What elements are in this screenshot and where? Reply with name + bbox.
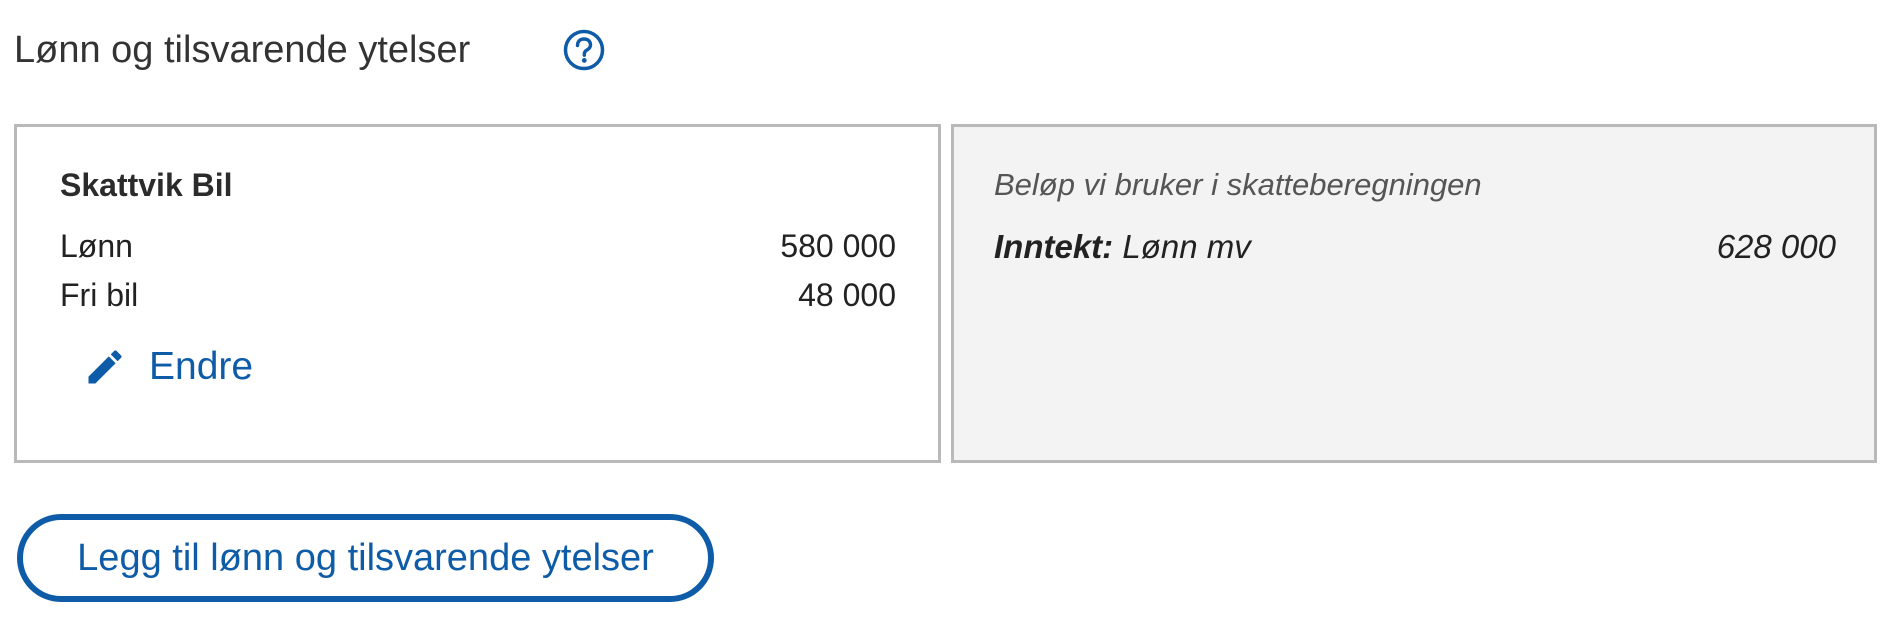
company-car-value: 48 000 [798, 277, 896, 313]
section-header: Lønn og tilsvarende ytelser [14, 22, 470, 78]
company-car-label: Fri bil [60, 277, 139, 313]
tax-calculation-panel: Beløp vi bruker i skatteberegningen Innt… [951, 124, 1877, 463]
question-circle-icon[interactable] [562, 28, 606, 72]
salary-row: Lønn 580 000 [60, 228, 896, 265]
income-label: Inntekt: [994, 228, 1114, 265]
salary-value: 580 000 [780, 228, 896, 264]
income-description: Inntekt: Lønn mv [994, 228, 1251, 266]
edit-button-label: Endre [149, 345, 254, 388]
company-car-row: Fri bil 48 000 [60, 277, 896, 314]
salary-label: Lønn [60, 228, 133, 264]
tax-calculation-caption: Beløp vi bruker i skatteberegningen [994, 167, 1482, 202]
add-income-button[interactable]: Legg til lønn og tilsvarende ytelser [17, 514, 714, 602]
income-row: Inntekt: Lønn mv 628 000 [994, 228, 1836, 266]
edit-button[interactable]: Endre [83, 345, 253, 389]
employer-card: Skattvik Bil Lønn 580 000 Fri bil 48 000… [14, 124, 941, 463]
income-type: Lønn mv [1122, 228, 1251, 265]
section-title: Lønn og tilsvarende ytelser [14, 29, 471, 71]
pencil-icon [88, 350, 122, 384]
employer-name: Skattvik Bil [60, 167, 233, 203]
income-value: 628 000 [1716, 228, 1836, 265]
